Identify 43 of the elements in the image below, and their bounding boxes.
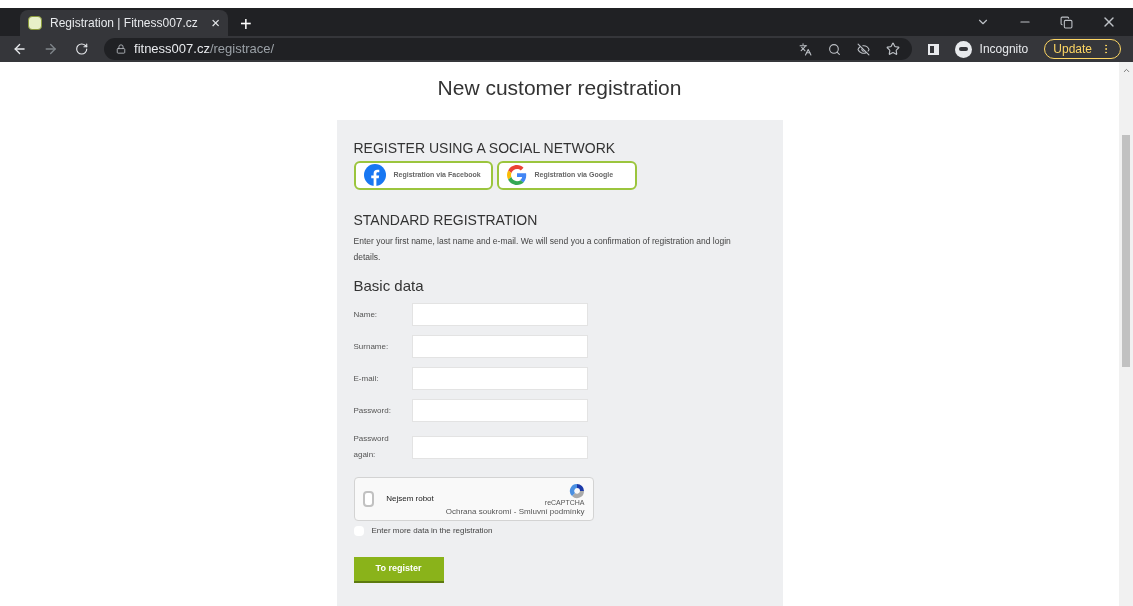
facebook-icon bbox=[363, 164, 386, 186]
forward-icon[interactable] bbox=[43, 41, 59, 57]
field-label: Name: bbox=[353, 308, 379, 321]
field-label: Password again: bbox=[353, 433, 390, 461]
google-icon bbox=[506, 165, 527, 185]
side-panel-icon[interactable] bbox=[927, 43, 939, 55]
description-text: Enter your first name, last name and e-mail. We will send you a confirmation of registration and login details. bbox=[353, 234, 732, 264]
text-field[interactable] bbox=[411, 335, 588, 358]
scroll-up-icon[interactable] bbox=[1121, 66, 1131, 75]
scrollbar-thumb[interactable] bbox=[1122, 135, 1130, 367]
subsection-heading: Basic data bbox=[353, 275, 425, 296]
field-label: Surname: bbox=[353, 340, 390, 353]
bookmark-icon[interactable] bbox=[885, 42, 900, 56]
captcha-checkbox[interactable] bbox=[362, 491, 375, 507]
page-title: New customer registration bbox=[437, 75, 682, 101]
section-heading: REGISTER USING A SOCIAL NETWORK bbox=[353, 138, 617, 158]
favicon-icon bbox=[28, 16, 42, 30]
translate-icon[interactable] bbox=[798, 42, 812, 56]
text-field[interactable] bbox=[411, 435, 588, 459]
recaptcha-links[interactable]: Ochrana soukromí - Smluvní podmínky bbox=[445, 506, 585, 516]
recaptcha-icon bbox=[568, 482, 585, 499]
reload-icon[interactable] bbox=[74, 42, 88, 56]
browser-tab[interactable]: Registration | Fitness007.cz × bbox=[20, 10, 228, 36]
tab-close-button[interactable]: × bbox=[211, 11, 220, 35]
text-field[interactable] bbox=[411, 367, 588, 390]
new-tab-button[interactable]: + bbox=[240, 14, 252, 34]
restore-icon[interactable] bbox=[1060, 15, 1073, 29]
text-field[interactable] bbox=[411, 303, 588, 326]
field-label: Password: bbox=[353, 404, 392, 417]
address-bar[interactable]: fitness007.cz/registrace/ bbox=[104, 38, 912, 60]
field-label: E-mail: bbox=[353, 372, 380, 385]
profile-label: Incognito bbox=[979, 41, 1029, 58]
scrollbar[interactable] bbox=[1119, 62, 1133, 606]
text-field[interactable] bbox=[411, 399, 588, 422]
eye-off-icon[interactable] bbox=[856, 42, 870, 56]
zoom-icon[interactable] bbox=[827, 42, 841, 56]
tab-title: Registration | Fitness007.cz bbox=[50, 15, 199, 32]
checkbox-label: Enter more data in the registration bbox=[371, 525, 493, 537]
captcha-label: Nejsem robot bbox=[386, 493, 434, 505]
back-icon[interactable] bbox=[12, 41, 28, 57]
section-heading: STANDARD REGISTRATION bbox=[353, 210, 539, 230]
lock-icon bbox=[116, 44, 126, 54]
url-text: fitness007.cz/registrace/ bbox=[134, 40, 275, 59]
